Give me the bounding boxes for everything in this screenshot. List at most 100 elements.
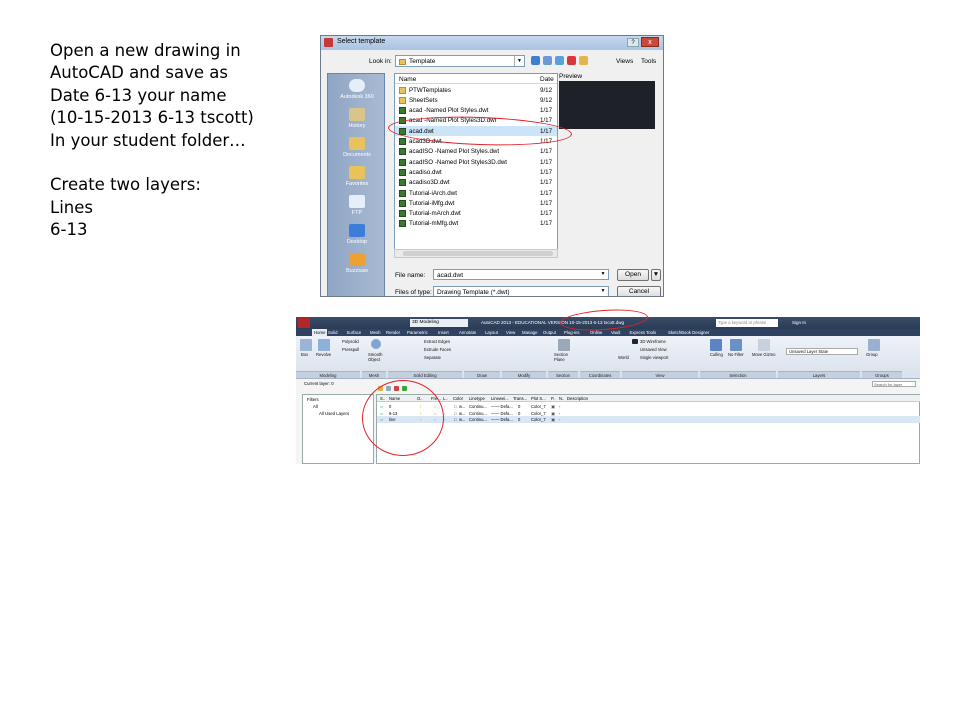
ribbon-tab[interactable]: Insert <box>438 330 449 335</box>
culling-icon[interactable] <box>710 339 722 351</box>
chevron-down-icon[interactable]: ▼ <box>599 271 607 278</box>
file-row[interactable]: Tutorial-iMfg.dwt 1/17 <box>395 198 557 208</box>
ribbon-panel-title[interactable]: Draw <box>464 371 500 378</box>
layer-column-header[interactable]: L.. <box>443 396 448 401</box>
file-row[interactable]: Tutorial-iArch.dwt 1/17 <box>395 188 557 198</box>
ribbon-tab[interactable]: Render <box>386 330 400 335</box>
presspull-label[interactable]: Presspull <box>342 347 359 352</box>
ribbon-tab[interactable]: Mesh <box>370 330 381 335</box>
tree-item-all[interactable]: All <box>313 404 318 409</box>
workspace-select[interactable]: 3D Modeling <box>410 319 468 327</box>
place-history[interactable]: History <box>328 108 386 129</box>
smooth-object-icon[interactable] <box>371 339 381 349</box>
ribbon-panel-title[interactable]: Coordinates <box>580 371 620 378</box>
horizontal-scrollbar[interactable] <box>394 249 558 258</box>
close-button[interactable]: x <box>641 37 659 47</box>
ribbon-panel-title[interactable]: Modeling <box>296 371 360 378</box>
ribbon-tab[interactable]: Output <box>543 330 556 335</box>
visual-style-select[interactable]: 3D Wireframe <box>640 339 666 344</box>
ribbon-panel-title[interactable]: Groups <box>862 371 902 378</box>
ribbon-panel-title[interactable]: Section <box>548 371 578 378</box>
box-icon[interactable] <box>300 339 312 351</box>
open-options-button[interactable]: ▼ <box>651 269 661 281</box>
ribbon-panel-title[interactable]: Mesh <box>362 371 386 378</box>
revolve-icon[interactable] <box>318 339 330 351</box>
file-row[interactable]: acad -Named Plot Styles.dwt 1/17 <box>395 106 557 116</box>
ribbon-tab[interactable]: Annotate <box>459 330 476 335</box>
place-favorites[interactable]: Favorites <box>328 166 386 187</box>
ribbon-tab[interactable]: Home <box>312 329 328 336</box>
place-documents[interactable]: Documents <box>328 137 386 158</box>
ribbon-tab[interactable]: View <box>506 330 515 335</box>
ribbon-panel-title[interactable]: View <box>622 371 698 378</box>
chevron-down-icon[interactable]: ▼ <box>514 56 524 66</box>
layer-search-input[interactable]: Search for layer <box>872 381 916 387</box>
help-button[interactable]: ? <box>627 38 639 47</box>
place-ftp[interactable]: FTP <box>328 195 386 216</box>
scrollbar-thumb[interactable] <box>403 251 553 256</box>
chevron-down-icon[interactable]: ▼ <box>599 288 607 295</box>
place-desktop[interactable]: Desktop <box>328 224 386 245</box>
column-header-date[interactable]: Date <box>540 76 554 83</box>
file-row[interactable]: acadiso3D.dwt 1/17 <box>395 178 557 188</box>
move-gizmo-icon[interactable] <box>758 339 770 351</box>
file-row[interactable]: PTWTemplates 9/12 <box>395 85 557 95</box>
open-button[interactable]: Open <box>617 269 649 281</box>
up-folder-icon[interactable] <box>543 56 552 65</box>
delete-icon[interactable] <box>567 56 576 65</box>
plot-icon[interactable]: ▣ <box>551 404 555 409</box>
no-filter-icon[interactable] <box>730 339 742 351</box>
new-vp-freeze-icon[interactable]: ▪ <box>559 404 561 409</box>
file-row[interactable]: acadISO -Named Plot Styles3D.dwt 1/17 <box>395 157 557 167</box>
layer-row[interactable]: ▱ ♀ ☼ ▫ □ ▣ ▪ line w... Continu... —— Defa... 0 Colo… <box>377 416 920 423</box>
layer-column-header[interactable]: Plot S... <box>531 396 546 401</box>
ribbon-tab[interactable]: Surface <box>347 330 362 335</box>
ribbon-panel-title[interactable]: Solid Editing <box>388 371 462 378</box>
ribbon-tab[interactable]: Solid <box>328 330 338 335</box>
tree-item-all-used-layers[interactable]: All Used Layers <box>319 411 349 416</box>
extrude-faces-label[interactable]: Extrude Faces <box>424 347 451 352</box>
new-vp-freeze-icon[interactable]: ▪ <box>559 411 561 416</box>
new-vp-freeze-icon[interactable]: ▪ <box>559 417 561 422</box>
layer-column-header[interactable]: Description <box>567 396 588 401</box>
ribbon-tab[interactable]: Express Tools <box>630 330 657 335</box>
look-in-select[interactable]: Template ▼ <box>395 55 525 67</box>
place-buzzsaw[interactable]: Buzzsaw <box>328 253 386 274</box>
file-row[interactable]: Tutorial-mMfg.dwt 1/17 <box>395 219 557 229</box>
extract-edges-label[interactable]: Extract Edges <box>424 339 450 344</box>
ribbon-tab[interactable]: Vault <box>611 330 620 335</box>
ribbon-panel-title[interactable]: Modify <box>502 371 546 378</box>
autocad-logo-icon[interactable] <box>298 318 310 328</box>
layer-column-header[interactable]: Linewei... <box>491 396 509 401</box>
layer-column-header[interactable]: N.. <box>559 396 564 401</box>
ribbon-tab[interactable]: Online <box>590 330 602 335</box>
ucs-select[interactable]: World <box>618 355 629 360</box>
search-web-icon[interactable] <box>555 56 564 65</box>
column-header-name[interactable]: Name <box>399 76 416 83</box>
color-swatch-icon[interactable]: □ <box>454 404 457 409</box>
separate-label[interactable]: Separate <box>424 355 441 360</box>
new-folder-icon[interactable] <box>579 56 588 65</box>
file-type-select[interactable]: Drawing Template (*.dwt) ▼ <box>433 286 609 296</box>
group-icon[interactable] <box>868 339 880 351</box>
plot-icon[interactable]: ▣ <box>551 411 555 416</box>
file-name-input[interactable]: acad.dwt ▼ <box>433 269 609 280</box>
layer-column-header[interactable]: Linetype <box>469 396 485 401</box>
sign-in-button[interactable]: Sign In <box>792 320 806 325</box>
search-input[interactable]: Type a keyword or phrase <box>716 319 778 327</box>
layer-state-select[interactable]: Unsaved Layer State <box>786 348 858 355</box>
ribbon-tab[interactable]: Parametric <box>407 330 428 335</box>
layer-column-header[interactable]: P.. <box>551 396 556 401</box>
back-icon[interactable] <box>531 56 540 65</box>
ribbon-panel-title[interactable]: Layers <box>778 371 860 378</box>
layer-column-header[interactable]: Trans... <box>513 396 527 401</box>
lock-icon[interactable]: ▫ <box>444 411 446 416</box>
ribbon-panel-title[interactable]: Selection <box>700 371 776 378</box>
file-row[interactable]: acadiso.dwt 1/17 <box>395 167 557 177</box>
viewport-select[interactable]: Single viewport <box>640 355 668 360</box>
file-row[interactable]: acadISO -Named Plot Styles.dwt 1/17 <box>395 147 557 157</box>
lock-icon[interactable]: ▫ <box>444 404 446 409</box>
ribbon-tab[interactable]: Layout <box>485 330 498 335</box>
polysolid-label[interactable]: Polysolid <box>342 339 359 344</box>
ribbon-tab[interactable]: Manage <box>522 330 538 335</box>
